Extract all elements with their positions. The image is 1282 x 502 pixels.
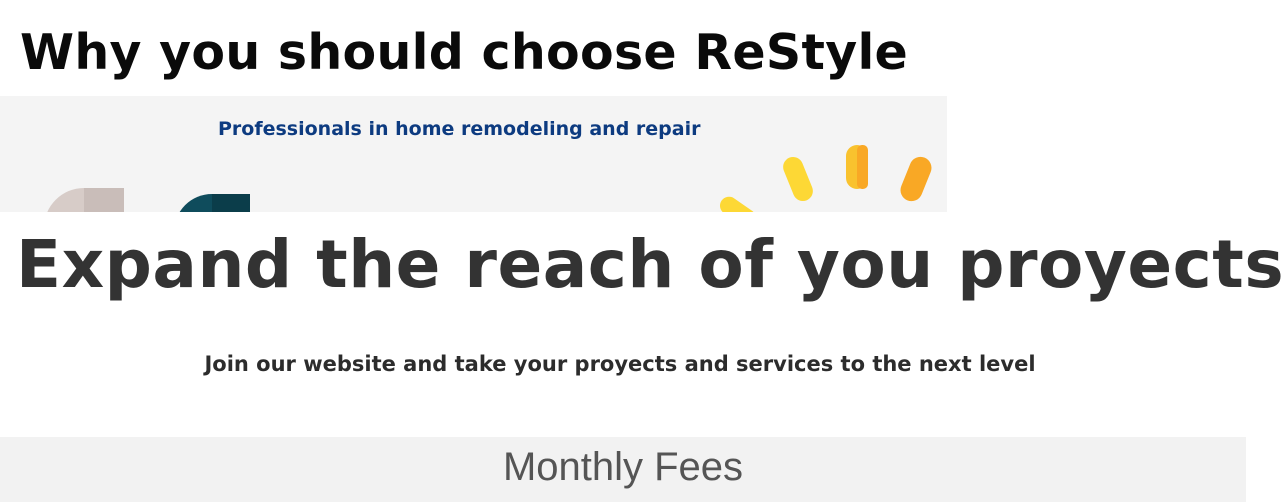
hero-banner: Professionals in home remodeling and rep… <box>0 96 947 212</box>
why-choose-heading: Why you should choose ReStyle <box>20 24 909 81</box>
monthly-fees-heading: Monthly Fees <box>502 445 744 489</box>
banner-illustration <box>47 145 932 212</box>
monthly-fees-section: Monthly Fees <box>0 437 1246 502</box>
sunburst-icon <box>719 145 932 212</box>
expand-reach-heading: Expand the reach of you proyects <box>16 226 1282 303</box>
join-website-subtitle: Join our website and take your proyects … <box>204 352 1036 376</box>
worker-figure-right <box>179 194 250 212</box>
worker-figure-left <box>47 188 124 212</box>
